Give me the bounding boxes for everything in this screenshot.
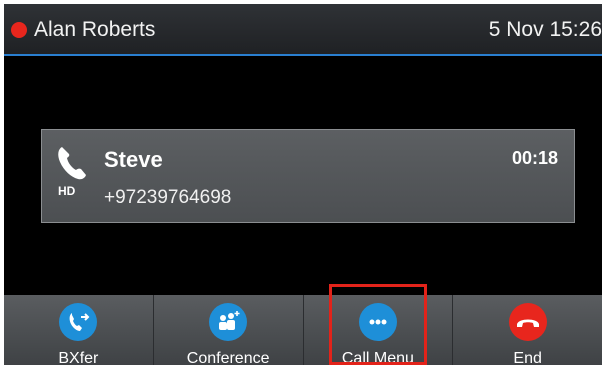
call-menu-label: Call Menu: [341, 350, 414, 365]
bxfer-label: BXfer: [58, 350, 99, 365]
conference-label: Conference: [186, 350, 270, 365]
call-menu-button[interactable]: Call Menu: [304, 295, 454, 365]
call-duration: 00:18: [511, 148, 558, 168]
active-call-card[interactable]: HD Steve +97239764698 00:18: [41, 129, 575, 223]
hd-icon: HD: [58, 184, 82, 199]
conference-icon: [209, 303, 248, 341]
hang-up-icon: [508, 303, 547, 341]
conference-button[interactable]: Conference: [154, 295, 304, 365]
account-name: Alan Roberts: [34, 18, 156, 41]
blind-transfer-icon: [59, 303, 98, 341]
contact-name: Steve: [104, 147, 163, 172]
contact-number: +97239764698: [104, 187, 232, 208]
bxfer-button[interactable]: BXfer: [4, 295, 154, 365]
end-call-button[interactable]: End: [453, 295, 602, 365]
date-time: 5 Nov 15:26: [488, 18, 602, 41]
phone-handset-icon: [56, 145, 90, 181]
svg-text:HD: HD: [58, 184, 76, 196]
end-label: End: [513, 350, 542, 365]
account-status-icon: [11, 22, 27, 38]
more-icon: [358, 303, 397, 341]
softkey-bar: BXfer Conference Call Menu End: [4, 295, 602, 365]
phone-screen: Alan Roberts 5 Nov 15:26 HD Steve +97239…: [4, 4, 602, 365]
status-bar: Alan Roberts 5 Nov 15:26: [4, 4, 602, 56]
